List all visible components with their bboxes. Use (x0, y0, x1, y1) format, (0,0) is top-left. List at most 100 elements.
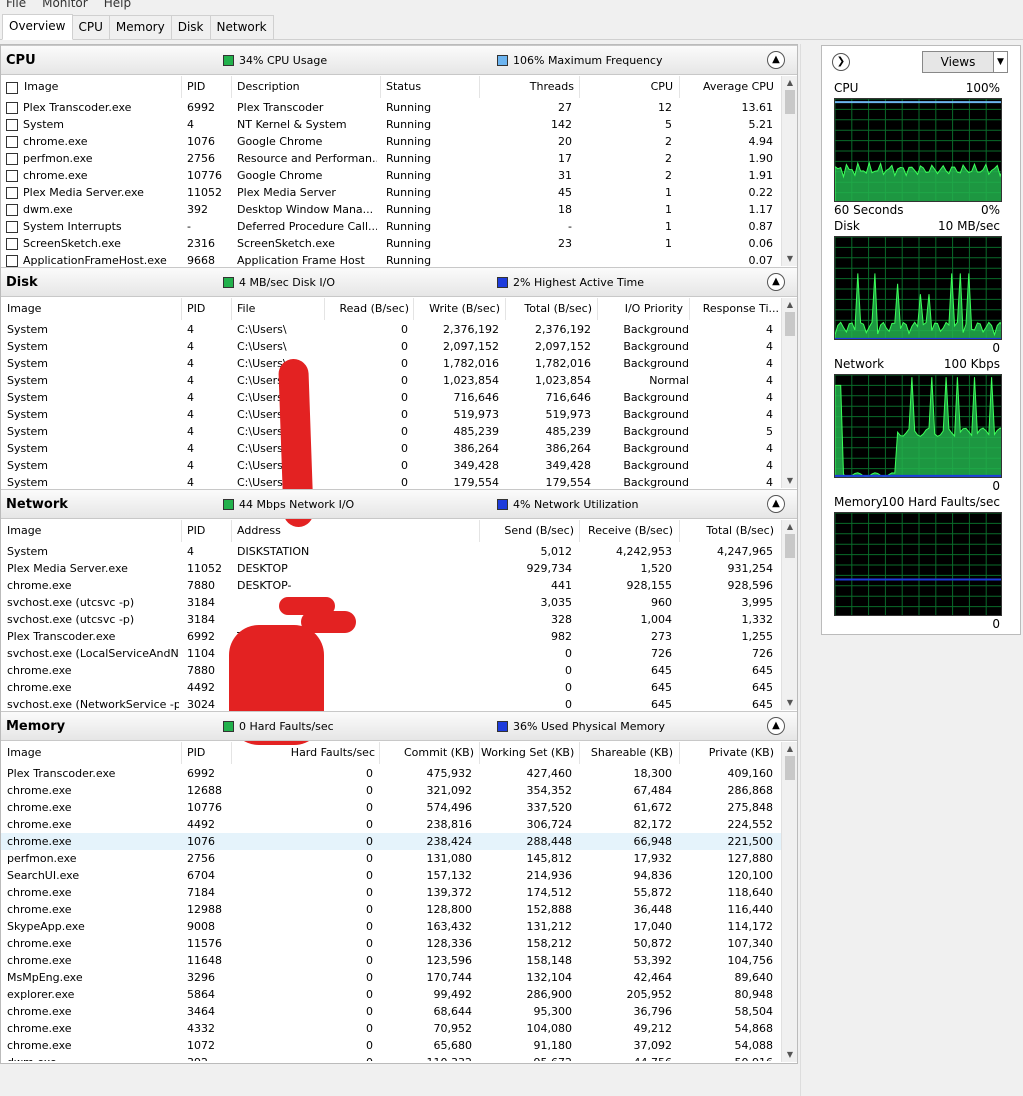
memory-section-header[interactable]: Memory 0 Hard Faults/sec 36% Used Physic… (1, 711, 797, 741)
col-commit[interactable]: Commit (KB) (381, 746, 474, 764)
table-row[interactable]: chrome.exe 4332 0 70,952 104,080 49,212 54,868 (1, 1020, 781, 1037)
table-row[interactable]: perfmon.exe 2756 0 131,080 145,812 17,932 127,… (1, 850, 781, 867)
row-checkbox[interactable] (6, 204, 18, 216)
cpu-section-header[interactable]: CPU 34% CPU Usage 106% Maximum Frequency… (1, 45, 797, 75)
row-checkbox[interactable] (6, 136, 18, 148)
scroll-up-icon[interactable]: ▲ (782, 76, 798, 90)
col-average-cpu[interactable]: Average CPU (681, 80, 774, 98)
row-checkbox[interactable] (6, 187, 18, 199)
table-row[interactable]: System 4 C:\Users\ 0 716,646 716,646 Backgroun… (1, 389, 781, 406)
table-row[interactable]: svchost.exe (utcsvc -p) 3184 328 1,004 1,332 (1, 611, 781, 628)
scroll-up-icon[interactable]: ▲ (782, 742, 798, 756)
tab-disk[interactable]: Disk (170, 15, 211, 39)
scroll-down-icon[interactable]: ▼ (782, 1048, 798, 1062)
table-row[interactable]: svchost.exe (utcsvc -p) 3184 3,035 960 3,995 (1, 594, 781, 611)
row-checkbox[interactable] (6, 255, 18, 267)
table-row[interactable]: System 4 C:\Users\ 0 519,973 519,973 Backgroun… (1, 406, 781, 423)
table-row[interactable]: System 4 C:\Users\ 0 179,554 179,554 Backgroun… (1, 474, 781, 489)
col-pid[interactable]: PID (187, 302, 227, 320)
row-checkbox[interactable] (6, 153, 18, 165)
cpu-scrollbar[interactable]: ▲ ▼ (781, 76, 797, 266)
table-row[interactable]: chrome.exe 3464 0 68,644 95,300 36,796 58,504 (1, 1003, 781, 1020)
table-row[interactable]: Plex Media Server.exe 11052 DESKTOP 929,734… (1, 560, 781, 577)
col-pid[interactable]: PID (187, 524, 227, 542)
tab-memory[interactable]: Memory (108, 15, 172, 39)
scroll-up-icon[interactable]: ▲ (782, 520, 798, 534)
table-row[interactable]: chrome.exe 10776 0 574,496 337,520 61,672 275,… (1, 799, 781, 816)
dropdown-arrow-icon[interactable]: ▼ (993, 52, 1007, 72)
network-scrollbar[interactable]: ▲ ▼ (781, 520, 797, 710)
menu-help[interactable]: Help (104, 0, 131, 10)
table-row[interactable]: System 4 C:\Users\ 0 2,097,152 2,097,152 Backg… (1, 338, 781, 355)
table-row[interactable]: dwm.exe 392 0 110,332 95,672 44,756 50,916 (1, 1054, 781, 1061)
col-private[interactable]: Private (KB) (681, 746, 774, 764)
disk-scrollbar[interactable]: ▲ ▼ (781, 298, 797, 488)
scroll-down-icon[interactable]: ▼ (782, 696, 798, 710)
select-all-checkbox[interactable] (6, 82, 18, 94)
col-image[interactable]: Image (7, 524, 177, 542)
scroll-thumb[interactable] (785, 90, 795, 114)
table-row[interactable]: Plex Media Server.exe 11052 Plex Media Ser… (1, 184, 781, 201)
row-checkbox[interactable] (6, 238, 18, 250)
menu-monitor[interactable]: Monitor (42, 0, 88, 10)
table-row[interactable]: perfmon.exe 2756 Resource and Performan...… (1, 150, 781, 167)
row-checkbox[interactable] (6, 170, 18, 182)
col-image[interactable]: Image (7, 746, 177, 764)
table-row[interactable]: System 4 DISKSTATION 5,012 4,242,953 4,247,96… (1, 543, 781, 560)
table-row[interactable]: System 4 C:\Users\ 0 349,428 349,428 Backgroun… (1, 457, 781, 474)
col-image[interactable]: Image (7, 302, 177, 320)
col-threads[interactable]: Threads (481, 80, 574, 98)
table-row[interactable]: svchost.exe (NetworkService -p)3024224.0… (1, 696, 781, 711)
table-row[interactable]: chrome.exe 7880 DESKTOP- 441 928,155 928,596 (1, 577, 781, 594)
table-row[interactable]: chrome.exe 4492 0 238,816 306,724 82,172 224,5… (1, 816, 781, 833)
views-dropdown[interactable]: Views ▼ (922, 51, 1008, 73)
col-pid[interactable]: PID (187, 80, 227, 98)
table-row[interactable]: SkypeApp.exe 9008 0 163,432 131,212 17,040 114… (1, 918, 781, 935)
network-section-header[interactable]: Network 44 Mbps Network I/O 4% Network U… (1, 489, 797, 519)
table-row[interactable]: chrome.exe 4492 0 645 645 (1, 679, 781, 696)
col-cpu[interactable]: CPU (581, 80, 673, 98)
col-shareable[interactable]: Shareable (KB) (581, 746, 673, 764)
tab-network[interactable]: Network (209, 15, 274, 39)
disk-collapse-icon[interactable]: ▲ (767, 273, 785, 291)
expand-arrow-icon[interactable]: ❯ (832, 53, 850, 71)
col-read[interactable]: Read (B/sec) (326, 302, 409, 320)
row-checkbox[interactable] (6, 102, 18, 114)
col-io-priority[interactable]: I/O Priority (599, 302, 683, 320)
scroll-down-icon[interactable]: ▼ (782, 252, 798, 266)
cpu-collapse-icon[interactable]: ▲ (767, 51, 785, 69)
table-row[interactable]: System 4 C:\Users\ 0 1,023,854 1,023,854 Norma… (1, 372, 781, 389)
table-row[interactable]: SearchUI.exe 6704 0 157,132 214,936 94,836 120… (1, 867, 781, 884)
table-row[interactable]: chrome.exe 11648 0 123,596 158,148 53,392 104,… (1, 952, 781, 969)
table-row[interactable]: System 4 NT Kernel & System Running 142 5 5.21 (1, 116, 781, 133)
col-file[interactable]: File (237, 302, 322, 320)
col-hard-faults[interactable]: Hard Faults/sec (233, 746, 375, 764)
scroll-thumb[interactable] (785, 534, 795, 558)
disk-section-header[interactable]: Disk 4 MB/sec Disk I/O 2% Highest Active… (1, 267, 797, 297)
scroll-thumb[interactable] (785, 756, 795, 780)
tab-overview[interactable]: Overview (2, 14, 73, 40)
table-row[interactable]: svchost.exe (LocalServiceAndNo... 1104 0 72… (1, 645, 781, 662)
table-row[interactable]: System Interrupts - Deferred Procedure Cal… (1, 218, 781, 235)
col-pid[interactable]: PID (187, 746, 227, 764)
table-row[interactable]: chrome.exe 12988 0 128,800 152,888 36,448 116,… (1, 901, 781, 918)
table-row[interactable]: Plex Transcoder.exe 6992 Plex Transcoder Ru… (1, 99, 781, 116)
table-row[interactable]: ScreenSketch.exe 2316 ScreenSketch.exe Runn… (1, 235, 781, 252)
table-row[interactable]: chrome.exe 1076 Google Chrome Running 20 2 4.9… (1, 133, 781, 150)
col-response-time[interactable]: Response Ti... (691, 302, 779, 320)
scroll-thumb[interactable] (785, 312, 795, 336)
table-row[interactable]: System 4 C:\Users\ 0 485,239 485,239 Backgroun… (1, 423, 781, 440)
table-row[interactable]: Plex Transcoder.exe6992TI9822731,255 (1, 628, 781, 645)
table-row[interactable]: dwm.exe 392 Desktop Window Mana... Running 1… (1, 201, 781, 218)
col-write[interactable]: Write (B/sec) (415, 302, 500, 320)
col-image[interactable]: Image (24, 80, 174, 98)
col-send[interactable]: Send (B/sec) (481, 524, 574, 542)
table-row[interactable]: explorer.exe 5864 0 99,492 286,900 205,952 80,… (1, 986, 781, 1003)
table-row[interactable]: chrome.exe 7880 0 645 645 (1, 662, 781, 679)
menu-file[interactable]: File (6, 0, 26, 10)
col-receive[interactable]: Receive (B/sec) (581, 524, 673, 542)
table-row[interactable]: Plex Transcoder.exe 6992 0 475,932 427,460 18… (1, 765, 781, 782)
network-collapse-icon[interactable]: ▲ (767, 495, 785, 513)
row-checkbox[interactable] (6, 221, 18, 233)
table-row[interactable]: System 4 C:\Users\ 0 1,782,016 1,782,016 Backg… (1, 355, 781, 372)
